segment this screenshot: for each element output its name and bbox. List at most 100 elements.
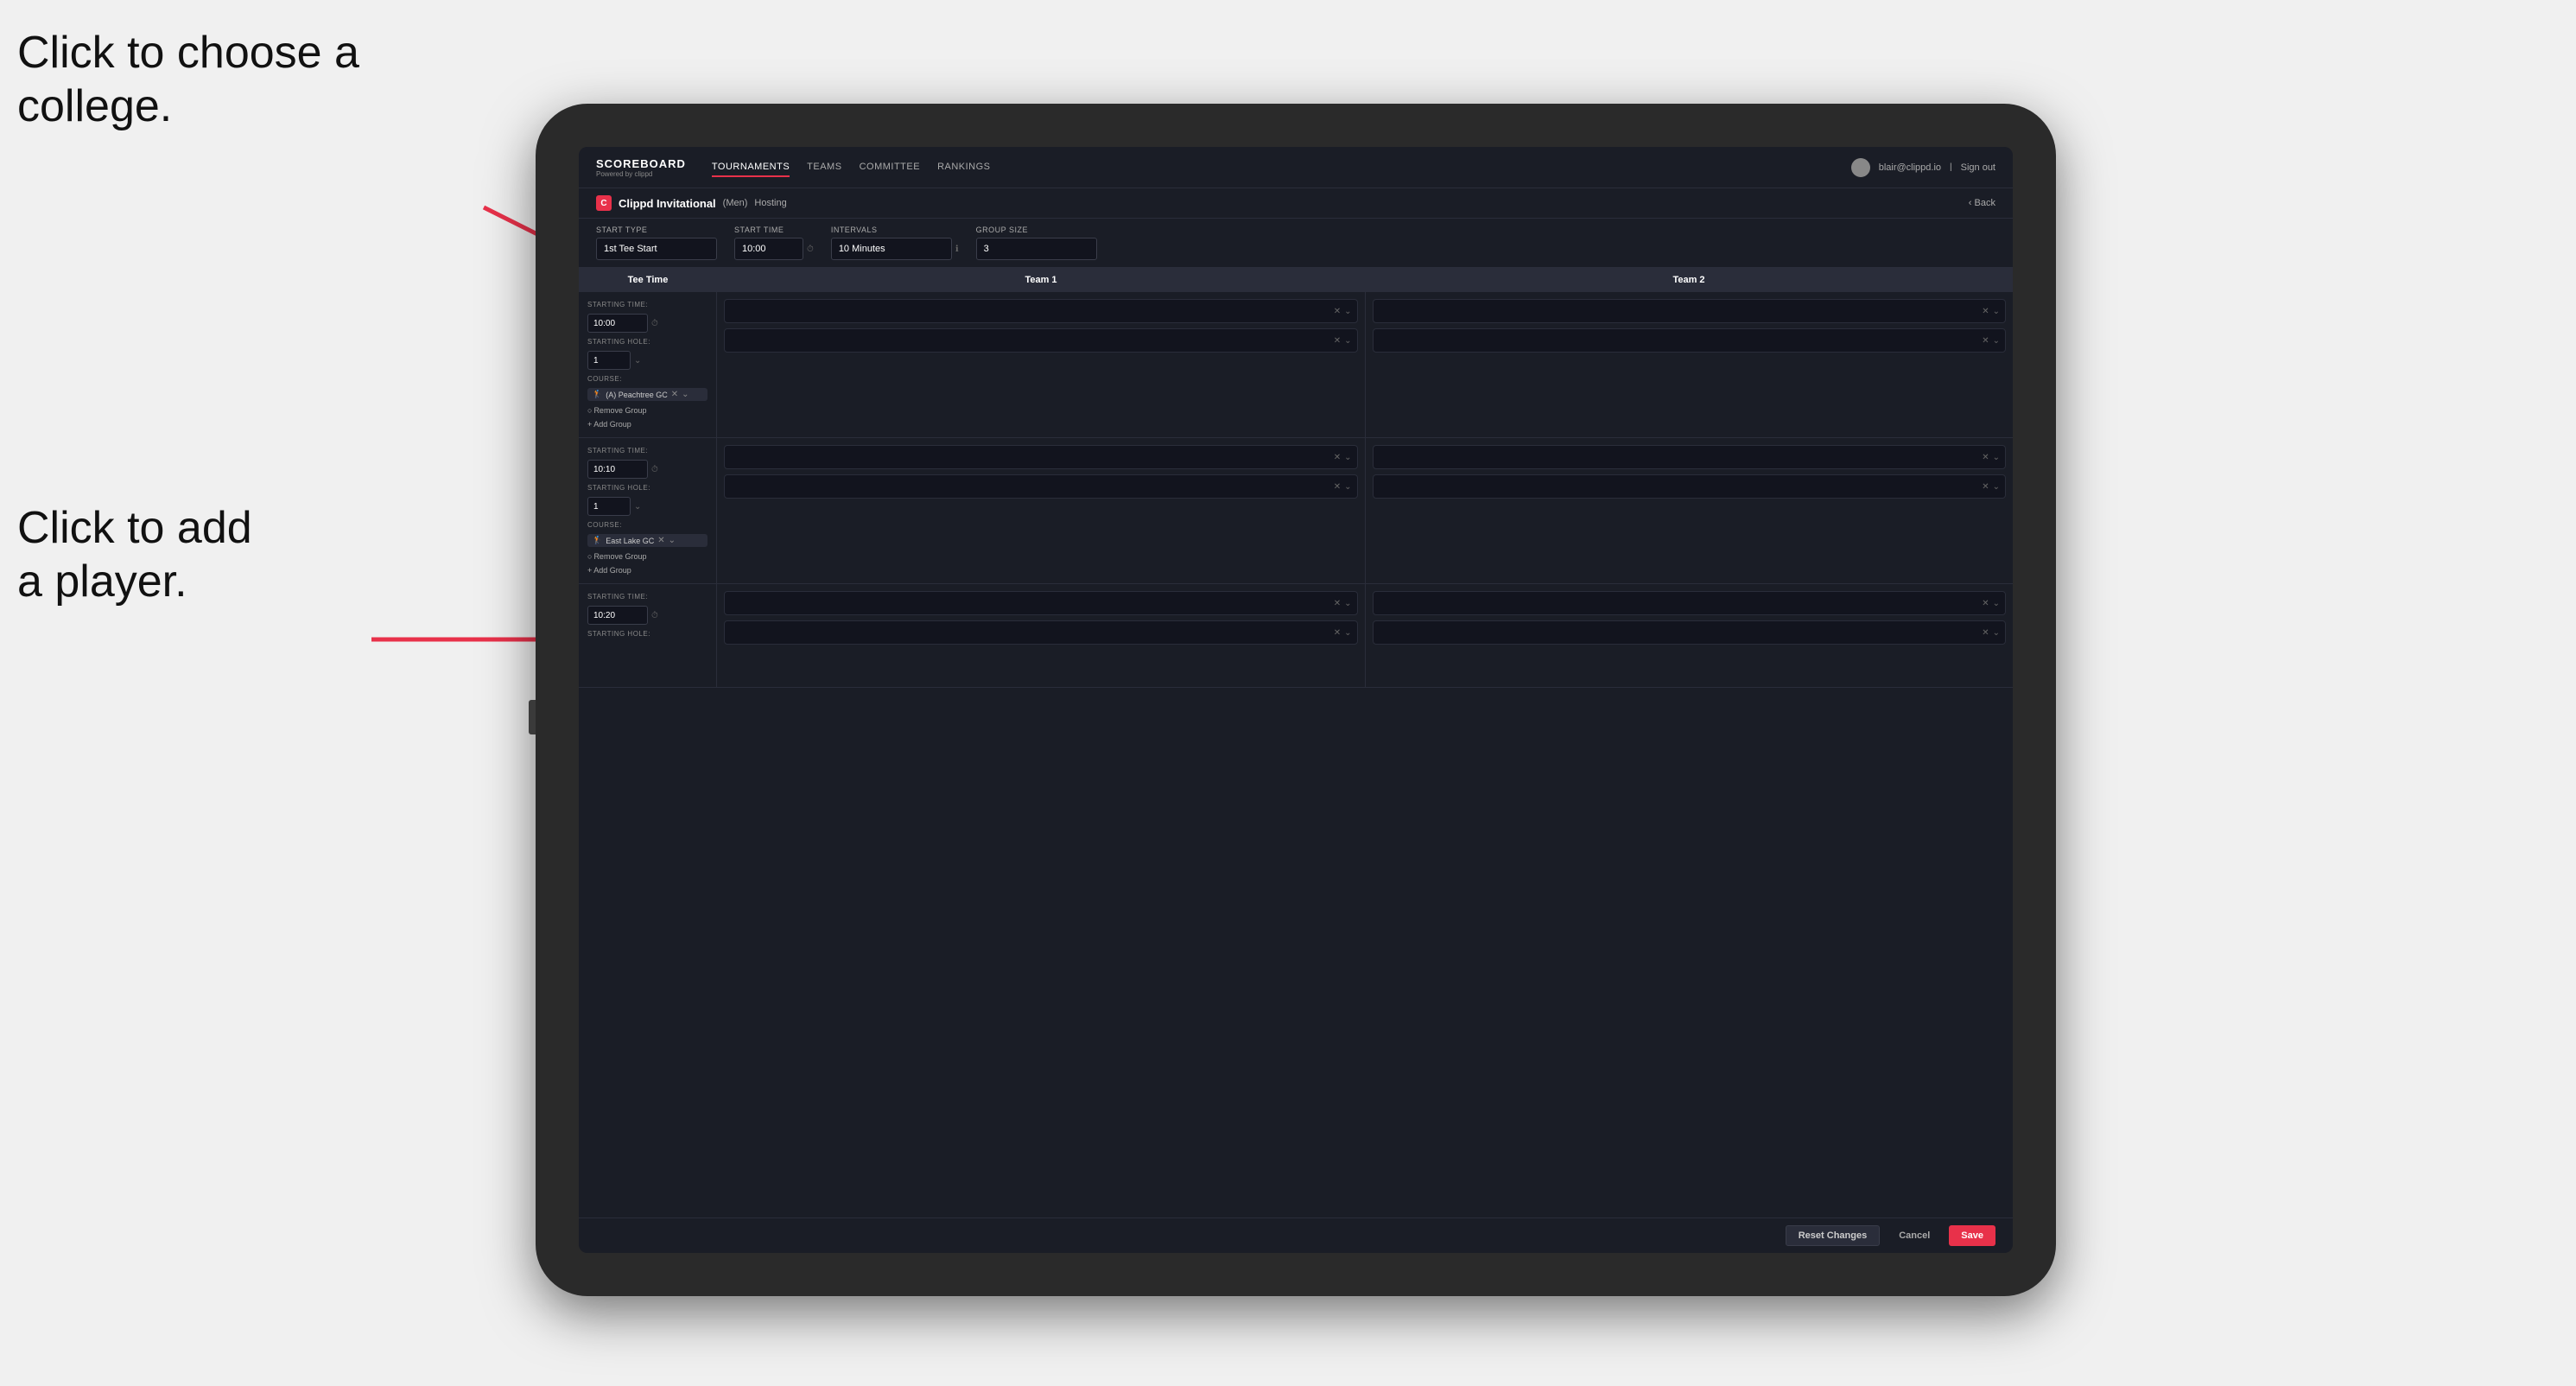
player-slot-6-2[interactable]: ✕ ⌄ <box>1373 620 2007 645</box>
player-slot-3-2[interactable]: ✕ ⌄ <box>724 474 1358 499</box>
sign-out-link[interactable]: Sign out <box>1961 162 1995 173</box>
slot-chevron-2-2[interactable]: ⌄ <box>1993 336 2000 346</box>
start-type-select[interactable]: 1st Tee Start <box>596 238 717 260</box>
slot-x-2-2[interactable]: ✕ <box>1982 336 1989 346</box>
gender-badge: (Men) <box>723 198 748 208</box>
time-input-2[interactable] <box>587 460 648 479</box>
scoreboard-logo: SCOREBOARD Powered by clippd <box>596 157 686 178</box>
nav-link-teams[interactable]: TEAMS <box>807 158 841 177</box>
player-slot-4-2[interactable]: ✕ ⌄ <box>1373 474 2007 499</box>
hole-field-2: ⌄ <box>587 497 707 516</box>
course-name-1: (A) Peachtree GC <box>606 391 668 399</box>
course-remove-2[interactable]: ✕ <box>657 536 664 545</box>
slot-chevron-3-2[interactable]: ⌄ <box>1344 482 1351 492</box>
player-slot-1-2[interactable]: ✕ ⌄ <box>724 328 1358 353</box>
slot-actions-2-2: ✕ ⌄ <box>1982 336 2000 346</box>
slot-x-5-1[interactable]: ✕ <box>1334 599 1341 608</box>
slot-actions-5-1: ✕ ⌄ <box>1334 599 1352 608</box>
group-left-2: STARTING TIME: ⏱ STARTING HOLE: ⌄ COURSE… <box>579 438 717 583</box>
back-button[interactable]: ‹ Back <box>1969 198 1995 208</box>
team1-col-2: ✕ ⌄ ✕ ⌄ <box>717 438 1366 583</box>
remove-group-2[interactable]: ○ Remove Group <box>587 552 707 561</box>
slot-chevron-1-2[interactable]: ⌄ <box>1344 336 1351 346</box>
course-chevron-1[interactable]: ⌄ <box>682 390 688 399</box>
course-tag-2[interactable]: 🏌 East Lake GC ✕ ⌄ <box>587 534 707 547</box>
course-tag-1[interactable]: 🏌 (A) Peachtree GC ✕ ⌄ <box>587 388 707 401</box>
time-field-1: ⏱ <box>587 314 707 333</box>
start-time-input[interactable] <box>734 238 803 260</box>
col-tee-time: Tee Time <box>579 268 717 292</box>
col-team2: Team 2 <box>1365 268 2013 292</box>
group-size-select[interactable]: 3 <box>976 238 1097 260</box>
intervals-group: Intervals 10 Minutes ℹ <box>831 226 959 260</box>
course-chevron-2[interactable]: ⌄ <box>669 536 676 545</box>
slot-actions-2-1: ✕ ⌄ <box>1982 307 2000 316</box>
tablet-device: SCOREBOARD Powered by clippd TOURNAMENTS… <box>536 104 2056 1296</box>
player-slot-3-1[interactable]: ✕ ⌄ <box>724 445 1358 469</box>
user-email: blair@clippd.io <box>1879 162 1941 173</box>
slot-x-3-2[interactable]: ✕ <box>1334 482 1341 492</box>
slot-x-4-2[interactable]: ✕ <box>1982 482 1989 492</box>
add-group-2[interactable]: + Add Group <box>587 566 707 575</box>
time-input-3[interactable] <box>587 606 648 625</box>
slot-x-2-1[interactable]: ✕ <box>1982 307 1989 316</box>
player-slot-2-2[interactable]: ✕ ⌄ <box>1373 328 2007 353</box>
player-slot-2-1[interactable]: ✕ ⌄ <box>1373 299 2007 323</box>
slot-x-3-1[interactable]: ✕ <box>1334 453 1341 462</box>
sub-header-left: C Clippd Invitational (Men) Hosting <box>596 195 787 211</box>
reset-button[interactable]: Reset Changes <box>1786 1225 1880 1246</box>
remove-group-1[interactable]: ○ Remove Group <box>587 406 707 415</box>
nav-link-tournaments[interactable]: TOURNAMENTS <box>712 158 790 177</box>
player-slot-1-1[interactable]: ✕ ⌄ <box>724 299 1358 323</box>
hole-input-2[interactable] <box>587 497 631 516</box>
nav-left: SCOREBOARD Powered by clippd TOURNAMENTS… <box>596 157 991 178</box>
time-icon: ⏱ <box>807 245 814 254</box>
team2-col-2: ✕ ⌄ ✕ ⌄ <box>1366 438 2014 583</box>
group-teams-1: ✕ ⌄ ✕ ⌄ <box>717 292 2013 437</box>
logo-sub: Powered by clippd <box>596 170 686 178</box>
slot-x-6-1[interactable]: ✕ <box>1982 599 1989 608</box>
nav-link-committee[interactable]: COMMITTEE <box>860 158 921 177</box>
slot-chevron-1-1[interactable]: ⌄ <box>1344 307 1351 316</box>
slot-chevron-6-1[interactable]: ⌄ <box>1993 599 2000 608</box>
slot-chevron-6-2[interactable]: ⌄ <box>1993 628 2000 638</box>
start-time-label: Start Time <box>734 226 814 234</box>
slot-x-6-2[interactable]: ✕ <box>1982 628 1989 638</box>
hole-chevron-2: ⌄ <box>634 502 641 512</box>
hole-field-1: ⌄ <box>587 351 707 370</box>
slot-chevron-3-1[interactable]: ⌄ <box>1344 453 1351 462</box>
logo-text: SCOREBOARD <box>596 157 686 170</box>
slot-x-1-1[interactable]: ✕ <box>1334 307 1341 316</box>
add-icon-1: + <box>587 420 592 429</box>
player-slot-5-2[interactable]: ✕ ⌄ <box>724 620 1358 645</box>
hole-input-1[interactable] <box>587 351 631 370</box>
content-area[interactable]: STARTING TIME: ⏱ STARTING HOLE: ⌄ COURSE… <box>579 292 2013 1218</box>
time-field-3: ⏱ <box>587 606 707 625</box>
intervals-select[interactable]: 10 Minutes <box>831 238 952 260</box>
player-slot-6-1[interactable]: ✕ ⌄ <box>1373 591 2007 615</box>
slot-x-5-2[interactable]: ✕ <box>1334 628 1341 638</box>
slot-chevron-4-2[interactable]: ⌄ <box>1993 482 2000 492</box>
nav-link-rankings[interactable]: RANKINGS <box>937 158 990 177</box>
course-icon-1: 🏌 <box>593 390 602 399</box>
group-left-3: STARTING TIME: ⏱ STARTING HOLE: <box>579 584 717 687</box>
player-slot-4-1[interactable]: ✕ ⌄ <box>1373 445 2007 469</box>
slot-chevron-5-2[interactable]: ⌄ <box>1344 628 1351 638</box>
slot-chevron-5-1[interactable]: ⌄ <box>1344 599 1351 608</box>
starting-time-label-2: STARTING TIME: <box>587 447 707 455</box>
player-slot-5-1[interactable]: ✕ ⌄ <box>724 591 1358 615</box>
add-group-1[interactable]: + Add Group <box>587 420 707 429</box>
slot-chevron-4-1[interactable]: ⌄ <box>1993 453 2000 462</box>
time-field-2: ⏱ <box>587 460 707 479</box>
group-teams-3: ✕ ⌄ ✕ ⌄ <box>717 584 2013 687</box>
slot-chevron-2-1[interactable]: ⌄ <box>1993 307 2000 316</box>
slot-x-4-1[interactable]: ✕ <box>1982 453 1989 462</box>
cancel-button[interactable]: Cancel <box>1887 1225 1942 1246</box>
clippd-logo: C <box>596 195 612 211</box>
slot-x-1-2[interactable]: ✕ <box>1334 336 1341 346</box>
course-remove-1[interactable]: ✕ <box>671 390 678 399</box>
save-button[interactable]: Save <box>1949 1225 1995 1246</box>
time-input-1[interactable] <box>587 314 648 333</box>
time-clock-icon-1: ⏱ <box>651 319 658 328</box>
nav-right: blair@clippd.io | Sign out <box>1851 158 1995 177</box>
